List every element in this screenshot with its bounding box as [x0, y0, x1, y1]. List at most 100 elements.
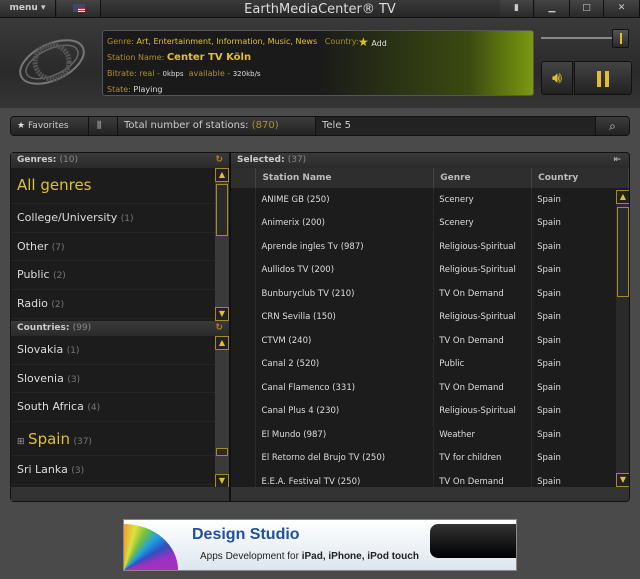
table-row[interactable]: Canal Plus 4 (230) Religious-Spiritual Spa…: [231, 399, 629, 423]
genre-item[interactable]: Radio (2): [11, 290, 229, 319]
scroll-up-icon[interactable]: ▲: [616, 190, 629, 204]
country-cell: Spain: [531, 235, 629, 259]
genre-item[interactable]: Other (7): [11, 233, 229, 262]
genre-count: (2): [51, 300, 65, 311]
scroll-thumb[interactable]: [216, 448, 228, 456]
country-item[interactable]: Slovakia (1): [11, 336, 229, 365]
collapse-panel-icon[interactable]: ⇤: [613, 153, 621, 168]
available-label: available -: [188, 69, 231, 78]
station-name-cell: CRN Sevilla (150): [255, 305, 435, 329]
scroll-down-icon[interactable]: ▼: [215, 307, 229, 321]
scroll-up-icon[interactable]: ▲: [215, 336, 229, 350]
table-row[interactable]: CRN Sevilla (150) Religious-Spiritual Spai…: [231, 305, 629, 329]
column-country[interactable]: Country: [531, 168, 629, 188]
genres-scrollbar[interactable]: ▲ ▼: [215, 168, 229, 321]
station-name-cell: Aullidos TV (200): [255, 258, 435, 282]
country-label: Spain: [28, 430, 70, 449]
favorites-button[interactable]: ★ Favorites: [11, 117, 89, 135]
pin-button[interactable]: ▮: [500, 0, 534, 17]
table-row[interactable]: El Retorno del Brujo TV (250) TV for chil…: [231, 446, 629, 470]
table-row[interactable]: Canal Flamenco (331) TV On Demand Spain: [231, 376, 629, 400]
table-row[interactable]: El Mundo (987) Weather Spain: [231, 423, 629, 447]
table-row[interactable]: Aullidos TV (200) Religious-Spiritual Spai…: [231, 258, 629, 282]
title-bar: menu ▾ EarthMediaCenter® TV ▮ ▁ □ ✕: [0, 0, 640, 18]
table-row[interactable]: Animerix (200) Scenery Spain: [231, 211, 629, 235]
speaker-icon: 🔊︎: [551, 68, 563, 87]
genre-label: Public: [17, 268, 50, 282]
country-cell: Spain: [531, 258, 629, 282]
scroll-down-icon[interactable]: ▼: [215, 474, 229, 488]
genres-count: (10): [59, 155, 79, 165]
panel-footer: [11, 487, 229, 501]
genre-item[interactable]: College/University (1): [11, 204, 229, 233]
refresh-icon[interactable]: ↻: [215, 321, 223, 336]
available-value: 320kb/s: [232, 70, 261, 78]
genre-count: (1): [120, 214, 134, 224]
pause-button[interactable]: [574, 61, 632, 95]
language-flag-button[interactable]: [57, 0, 101, 17]
star-icon: ★: [17, 121, 26, 131]
table-row[interactable]: CTVM (240) TV On Demand Spain: [231, 329, 629, 353]
row-blank-cell: [231, 305, 257, 329]
genre-label: All genres: [17, 176, 92, 194]
genres-list: All genres College/University (1) Other …: [11, 168, 229, 321]
country-item[interactable]: Sri Lanka (3): [11, 456, 229, 485]
station-name-value: Center TV Köln: [166, 52, 252, 63]
genre-item[interactable]: All genres: [11, 168, 229, 204]
volume-slider[interactable]: [541, 37, 621, 39]
search-input[interactable]: Tele 5: [316, 117, 596, 135]
add-favorite-button[interactable]: ★ Add: [358, 34, 387, 52]
minimize-button[interactable]: ▁: [535, 0, 570, 17]
maximize-button[interactable]: □: [570, 0, 604, 17]
genre-value: Art, Entertainment, Information, Music, …: [136, 37, 318, 46]
menu-button[interactable]: menu ▾: [0, 0, 56, 17]
station-name-cell: Aprende ingles Tv (987): [255, 235, 435, 259]
table-row[interactable]: Bunburyclub TV (210) TV On Demand Spain: [231, 282, 629, 306]
table-row[interactable]: ANIME GB (250) Scenery Spain: [231, 188, 629, 212]
genre-cell: Public: [433, 352, 533, 376]
countries-count: (99): [72, 323, 92, 333]
search-icon: ⌕: [609, 119, 616, 133]
scroll-up-icon[interactable]: ▲: [215, 168, 229, 182]
country-count: (37): [73, 437, 92, 448]
search-button[interactable]: ⌕: [596, 117, 629, 135]
country-cell: Spain: [531, 211, 629, 235]
ad-banner[interactable]: Design Studio Apps Development for iPad,…: [123, 519, 517, 571]
country-cell: Spain: [531, 352, 629, 376]
close-button[interactable]: ✕: [604, 0, 640, 17]
station-name-label: Station Name:: [107, 53, 165, 62]
add-label: Add: [371, 39, 387, 48]
countries-scrollbar[interactable]: ▲ ▼: [215, 336, 229, 488]
pin-icon: ▮: [514, 3, 519, 13]
state-value: Playing: [133, 85, 163, 94]
table-row[interactable]: Aprende ingles Tv (987) Religious-Spiritu…: [231, 235, 629, 259]
scroll-thumb[interactable]: [617, 207, 629, 297]
station-name-cell: ANIME GB (250): [255, 188, 435, 212]
countries-title: Countries:: [17, 323, 70, 333]
column-station-name[interactable]: Station Name: [255, 168, 435, 188]
genre-label: Other: [17, 239, 49, 253]
expand-icon[interactable]: ⊞: [17, 437, 25, 447]
genre-item[interactable]: Public (2): [11, 261, 229, 291]
selected-count: (37): [287, 155, 307, 165]
genre-cell: Religious-Spiritual: [433, 305, 533, 329]
earth-logo-icon: [12, 34, 88, 90]
country-label: Slovenia: [17, 371, 64, 385]
maximize-icon: □: [582, 3, 591, 13]
color-fan-icon: [124, 524, 178, 570]
country-item[interactable]: Slovenia (3): [11, 365, 229, 394]
volume-slider-handle[interactable]: [612, 29, 629, 48]
table-row[interactable]: Canal 2 (520) Public Spain: [231, 352, 629, 376]
scroll-thumb[interactable]: [216, 184, 228, 236]
country-item[interactable]: ⊞ Spain (37): [11, 422, 229, 457]
genre-cell: Religious-Spiritual: [433, 235, 533, 259]
row-blank-cell: [231, 211, 257, 235]
country-item[interactable]: South Africa (4): [11, 393, 229, 423]
scroll-down-icon[interactable]: ▼: [616, 473, 629, 487]
refresh-icon[interactable]: ↻: [215, 153, 223, 168]
equalizer-button[interactable]: ⫼: [89, 117, 118, 135]
column-genre[interactable]: Genre: [433, 168, 533, 188]
stations-scrollbar[interactable]: ▲ ▼: [616, 190, 629, 487]
genre-label: Genre:: [107, 37, 134, 46]
mute-button[interactable]: 🔊︎: [541, 61, 573, 95]
